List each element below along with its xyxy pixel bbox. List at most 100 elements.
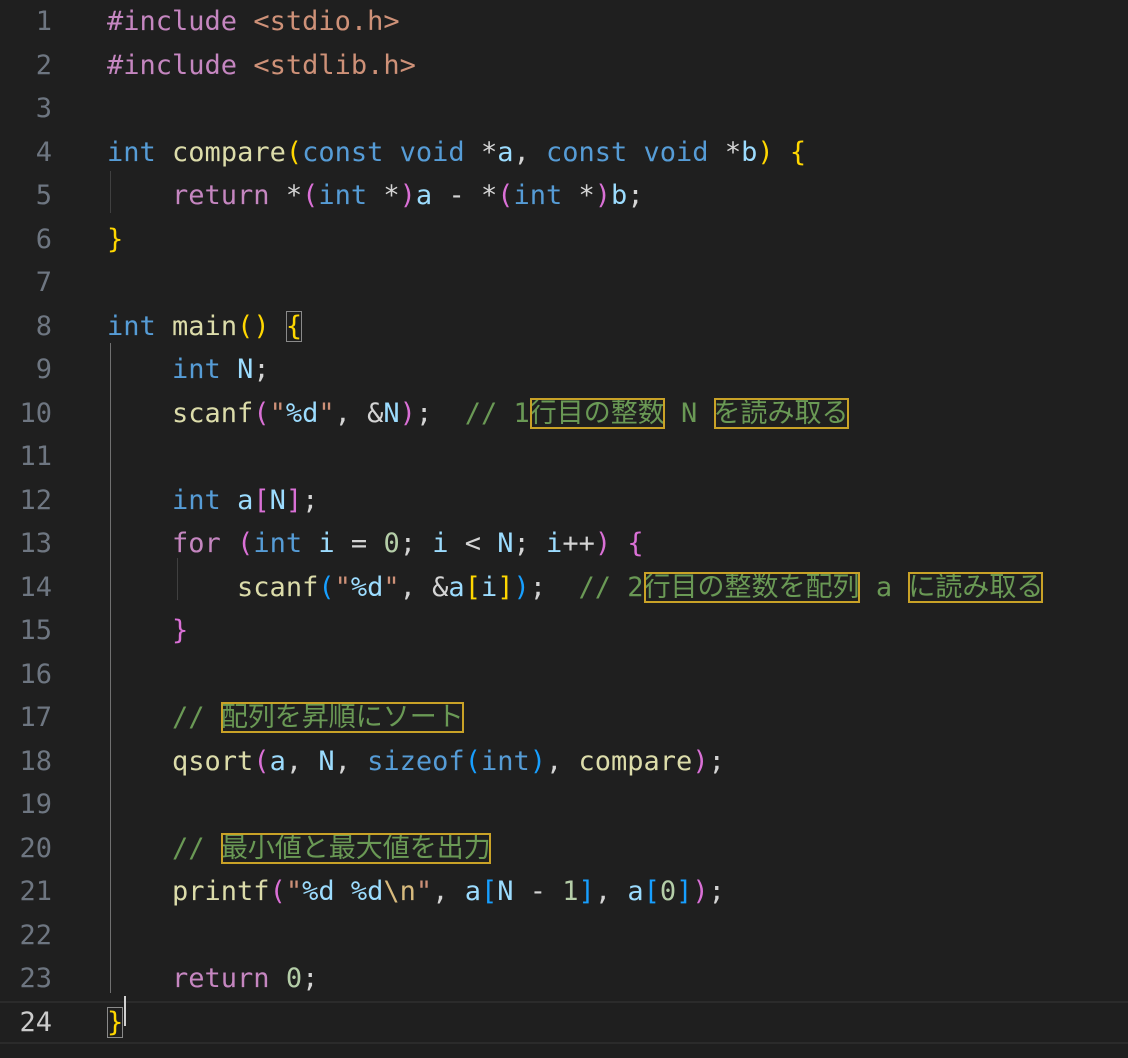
code-token: a: [464, 876, 481, 907]
code-token: N: [318, 745, 335, 777]
line-code: int compare(const void *a, const void *b…: [107, 131, 806, 175]
code-line[interactable]: 4 int compare(const void *a, const void *…: [0, 131, 1128, 175]
line-number: 23: [19, 963, 52, 994]
code-line[interactable]: 15 }: [0, 609, 1128, 653]
code-token: ): [529, 745, 546, 777]
code-token: ]: [676, 876, 693, 907]
code-line[interactable]: 21 printf("%d %d\n", a[N - 1], a[0]);: [0, 870, 1128, 914]
code-line[interactable]: 23 return 0;: [0, 957, 1128, 1001]
line-number: 11: [19, 441, 52, 472]
code-token: (: [237, 528, 254, 559]
line-number: 18: [19, 745, 52, 777]
code-token: // 1: [464, 397, 530, 429]
code-token: #include: [107, 6, 238, 37]
code-token: ": [269, 397, 286, 429]
code-token: compare: [172, 136, 286, 168]
code-line[interactable]: 10 scanf("%d", &N); // 1行目の整数 N を読み取る: [0, 392, 1128, 436]
line-number: 4: [35, 136, 52, 168]
code-token: i: [480, 571, 498, 603]
code-line[interactable]: 8 int main() {: [0, 305, 1128, 349]
code-token: i: [432, 528, 449, 559]
code-token: int: [513, 180, 563, 211]
line-number: 8: [35, 310, 52, 342]
code-line[interactable]: 17 // 配列を昇順にソート: [0, 696, 1128, 740]
code-token: a: [269, 745, 286, 777]
code-token: *: [367, 180, 400, 211]
line-code: for (int i = 0; i < N; i++) {: [107, 522, 644, 566]
code-token: [: [253, 484, 270, 516]
line-code: return *(int *)a - *(int *)b;: [107, 174, 644, 218]
code-line[interactable]: 19: [0, 783, 1128, 827]
code-token: ): [513, 571, 530, 603]
line-number: 1: [35, 6, 52, 37]
code-token: ": [285, 876, 303, 907]
code-token: // 2: [578, 571, 644, 603]
code-line[interactable]: 1 #include <stdio.h>: [0, 0, 1128, 44]
code-line[interactable]: 2 #include <stdlib.h>: [0, 44, 1128, 88]
code-token: *: [708, 136, 742, 168]
code-token: {: [627, 528, 644, 559]
code-line[interactable]: 20 // 最小値と最大値を出力: [0, 827, 1128, 871]
code-token: {: [285, 310, 303, 342]
code-line[interactable]: 7: [0, 261, 1128, 305]
code-line[interactable]: 12 int a[N];: [0, 479, 1128, 523]
code-token: ;: [513, 528, 547, 559]
indent-guide: [110, 343, 111, 993]
code-line[interactable]: 18 qsort(a, N, sizeof(int), compare);: [0, 740, 1128, 784]
code-line[interactable]: 9 int N;: [0, 348, 1128, 392]
code-token: compare: [578, 745, 693, 777]
code-token: [: [643, 876, 660, 907]
line-number: 3: [35, 93, 52, 124]
code-token: return: [172, 963, 270, 994]
code-token: ): [692, 745, 709, 777]
code-token: scanf: [237, 571, 319, 603]
line-number: 7: [35, 267, 52, 298]
code-token: ]: [578, 876, 595, 907]
code-token: a: [859, 571, 909, 603]
code-token: , &: [334, 397, 384, 429]
code-token: ;: [399, 528, 433, 559]
code-token: (: [302, 180, 319, 211]
highlighted-comment-text: 行目の整数: [529, 397, 665, 429]
code-token: ): [594, 180, 612, 211]
code-line[interactable]: 22: [0, 914, 1128, 958]
code-line[interactable]: 11: [0, 435, 1128, 479]
code-token: {: [789, 136, 807, 168]
code-token: , &: [399, 571, 449, 603]
code-line[interactable]: 3: [0, 87, 1128, 131]
line-number: 21: [19, 876, 52, 907]
code-line[interactable]: 14 scanf("%d", &a[i]); // 2行目の整数を配列 a に読…: [0, 566, 1128, 610]
code-line[interactable]: 16: [0, 653, 1128, 697]
code-editor[interactable]: 1 #include <stdio.h> 2 #include <stdlib.h> 3…: [0, 0, 1128, 1058]
code-line[interactable]: 5 return *(int *)a - *(int *)b;: [0, 174, 1128, 218]
code-token: <: [448, 528, 498, 559]
code-token: ): [757, 136, 774, 168]
code-token: ,: [432, 876, 465, 907]
code-token: <stdio.h>: [253, 6, 400, 37]
code-line[interactable]: 24}: [0, 1001, 1128, 1045]
line-code: return 0;: [107, 957, 318, 1001]
code-token: int: [107, 136, 156, 168]
code-token: [: [480, 876, 498, 907]
code-token: (): [237, 310, 270, 342]
code-token: ]: [285, 484, 303, 516]
line-code: qsort(a, N, sizeof(int), compare);: [107, 740, 725, 784]
line-code: }: [107, 1001, 124, 1045]
code-token: (: [253, 745, 270, 777]
line-code: scanf("%d", &N); // 1行目の整数 N を読み取る: [107, 392, 849, 436]
code-token: ++: [562, 528, 595, 559]
code-token: 0: [659, 876, 677, 907]
code-line[interactable]: 13 for (int i = 0; i < N; i++) {: [0, 522, 1128, 566]
code-line[interactable]: 6}: [0, 218, 1128, 262]
code-token: *: [464, 136, 498, 168]
